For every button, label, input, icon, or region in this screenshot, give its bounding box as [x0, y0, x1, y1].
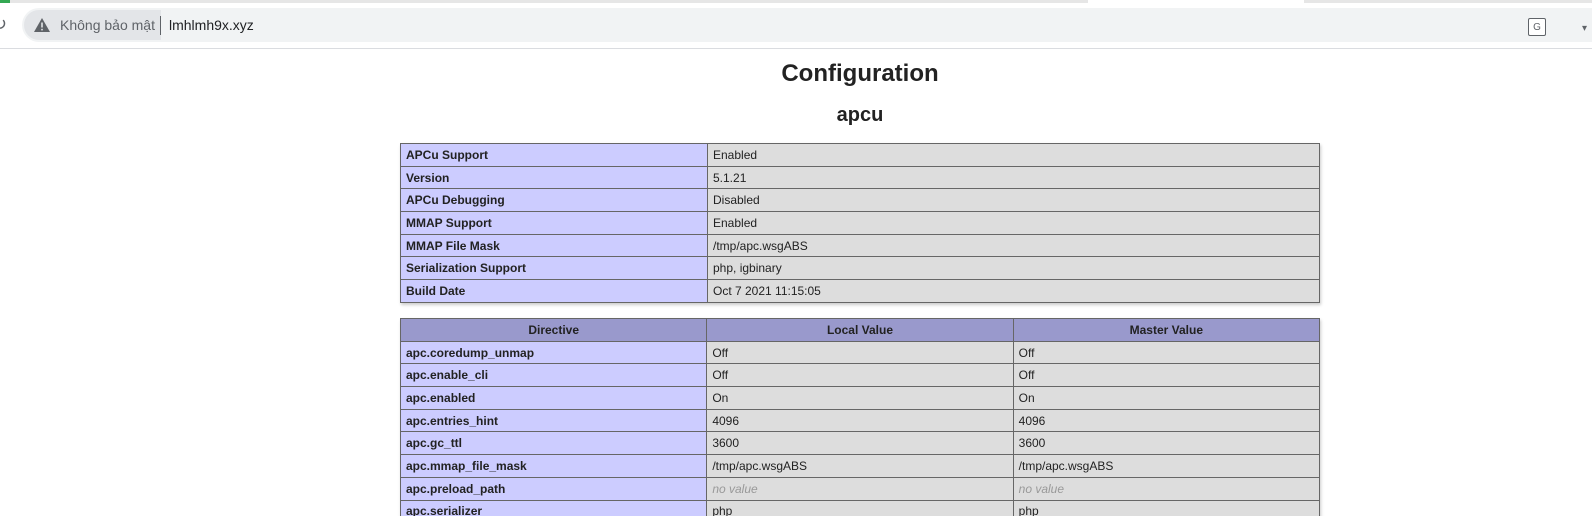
info-label: Version — [400, 165, 708, 190]
directive-local-value: 4096 — [706, 408, 1014, 433]
directive-name: apc.mmap_file_mask — [399, 454, 708, 478]
info-label: Serialization Support — [400, 256, 708, 281]
info-row: Version 5.1.21 — [400, 165, 1320, 190]
directive-master-value: 3600 — [1012, 431, 1321, 456]
directive-master-value: 4096 — [1012, 408, 1321, 433]
directive-name: apc.gc_ttl — [399, 431, 708, 456]
header-master-value: Master Value — [1012, 318, 1321, 342]
header-directive: Directive — [399, 318, 708, 342]
page-content: Configuration apcu APCu Support Enabled Ve… — [0, 49, 1592, 516]
info-label: MMAP File Mask — [400, 233, 708, 258]
directive-local-value: 3600 — [706, 431, 1014, 456]
info-row: Serialization Support php, igbinary — [400, 256, 1320, 281]
directive-master-value: no value — [1012, 476, 1321, 501]
directive-row: apc.gc_ttl 3600 3600 — [399, 431, 1321, 456]
info-row: Build Date Oct 7 2021 11:15:05 — [400, 279, 1320, 303]
url-text[interactable]: lmhlmh9x.xyz — [169, 17, 254, 33]
info-value: php, igbinary — [707, 256, 1320, 281]
menu-chevron-icon[interactable]: ▾ — [1582, 23, 1592, 34]
directive-master-value: /tmp/apc.wsgABS — [1012, 454, 1321, 478]
browser-toolbar: ↻ Không bảo mật lmhlmh9x.xyz G ▾ — [0, 3, 1592, 49]
directive-local-value: php — [706, 499, 1014, 516]
info-label: APCu Support — [400, 143, 708, 167]
info-value: Oct 7 2021 11:15:05 — [707, 279, 1320, 303]
directive-row: apc.serializer php php — [399, 499, 1321, 516]
directive-name: apc.entries_hint — [399, 408, 708, 433]
directive-header-row: Directive Local Value Master Value — [399, 318, 1321, 342]
directive-master-value: php — [1012, 499, 1321, 516]
page-title: Configuration — [781, 60, 939, 87]
info-row: APCu Debugging Disabled — [400, 188, 1320, 213]
directive-master-value: Off — [1012, 363, 1321, 388]
directive-row: apc.enabled On On — [399, 386, 1321, 410]
security-label: Không bảo mật — [60, 17, 155, 33]
info-row: MMAP File Mask/tmp/apc.wsgABS — [400, 233, 1320, 258]
info-row: MMAP Support Enabled — [400, 211, 1320, 235]
directive-name: apc.enable_cli — [399, 363, 708, 388]
directive-local-value: On — [706, 386, 1014, 410]
directive-name: apc.coredump_unmap — [399, 340, 708, 365]
translate-icon[interactable]: G — [1528, 18, 1546, 36]
directive-master-value: Off — [1012, 340, 1321, 365]
info-value: 5.1.21 — [707, 165, 1320, 190]
directive-row: apc.preload_path no value no value — [399, 476, 1321, 501]
address-bar[interactable]: Không bảo mật lmhlmh9x.xyz — [22, 8, 1592, 42]
header-local-value: Local Value — [706, 318, 1014, 342]
directive-row: apc.entries_hint 4096 4096 — [399, 408, 1321, 433]
module-info-table: APCu Support Enabled Version 5.1.21 APCu Deb… — [400, 143, 1320, 303]
directive-local-value: /tmp/apc.wsgABS — [706, 454, 1014, 478]
directive-table: Directive Local Value Master Value apc.c… — [399, 318, 1321, 516]
directive-row: apc.enable_cli Off Off — [399, 363, 1321, 388]
info-value: Enabled — [707, 211, 1320, 235]
info-row: APCu Support Enabled — [400, 143, 1320, 167]
directive-local-value: Off — [706, 363, 1014, 388]
info-label: APCu Debugging — [400, 188, 708, 213]
info-label: MMAP Support — [400, 211, 708, 235]
omnibox-divider — [160, 16, 161, 35]
info-value: Disabled — [707, 188, 1320, 213]
directive-name: apc.enabled — [399, 386, 708, 410]
reload-icon[interactable]: ↻ — [0, 15, 8, 33]
directive-name: apc.serializer — [399, 499, 708, 516]
security-indicator[interactable]: Không bảo mật — [24, 10, 161, 40]
directive-name: apc.preload_path — [399, 476, 708, 501]
info-value: Enabled — [707, 143, 1320, 167]
directive-row: apc.mmap_file_mask/tmp/apc.wsgABS/tmp/ap… — [399, 454, 1321, 478]
module-heading: apcu — [836, 104, 884, 126]
directive-local-value: no value — [706, 476, 1014, 501]
warning-icon — [34, 18, 50, 32]
directive-row: apc.coredump_unmap Off Off — [399, 340, 1321, 365]
info-value: /tmp/apc.wsgABS — [707, 233, 1320, 258]
directive-local-value: Off — [706, 340, 1014, 365]
directive-master-value: On — [1012, 386, 1321, 410]
info-label: Build Date — [400, 279, 708, 303]
